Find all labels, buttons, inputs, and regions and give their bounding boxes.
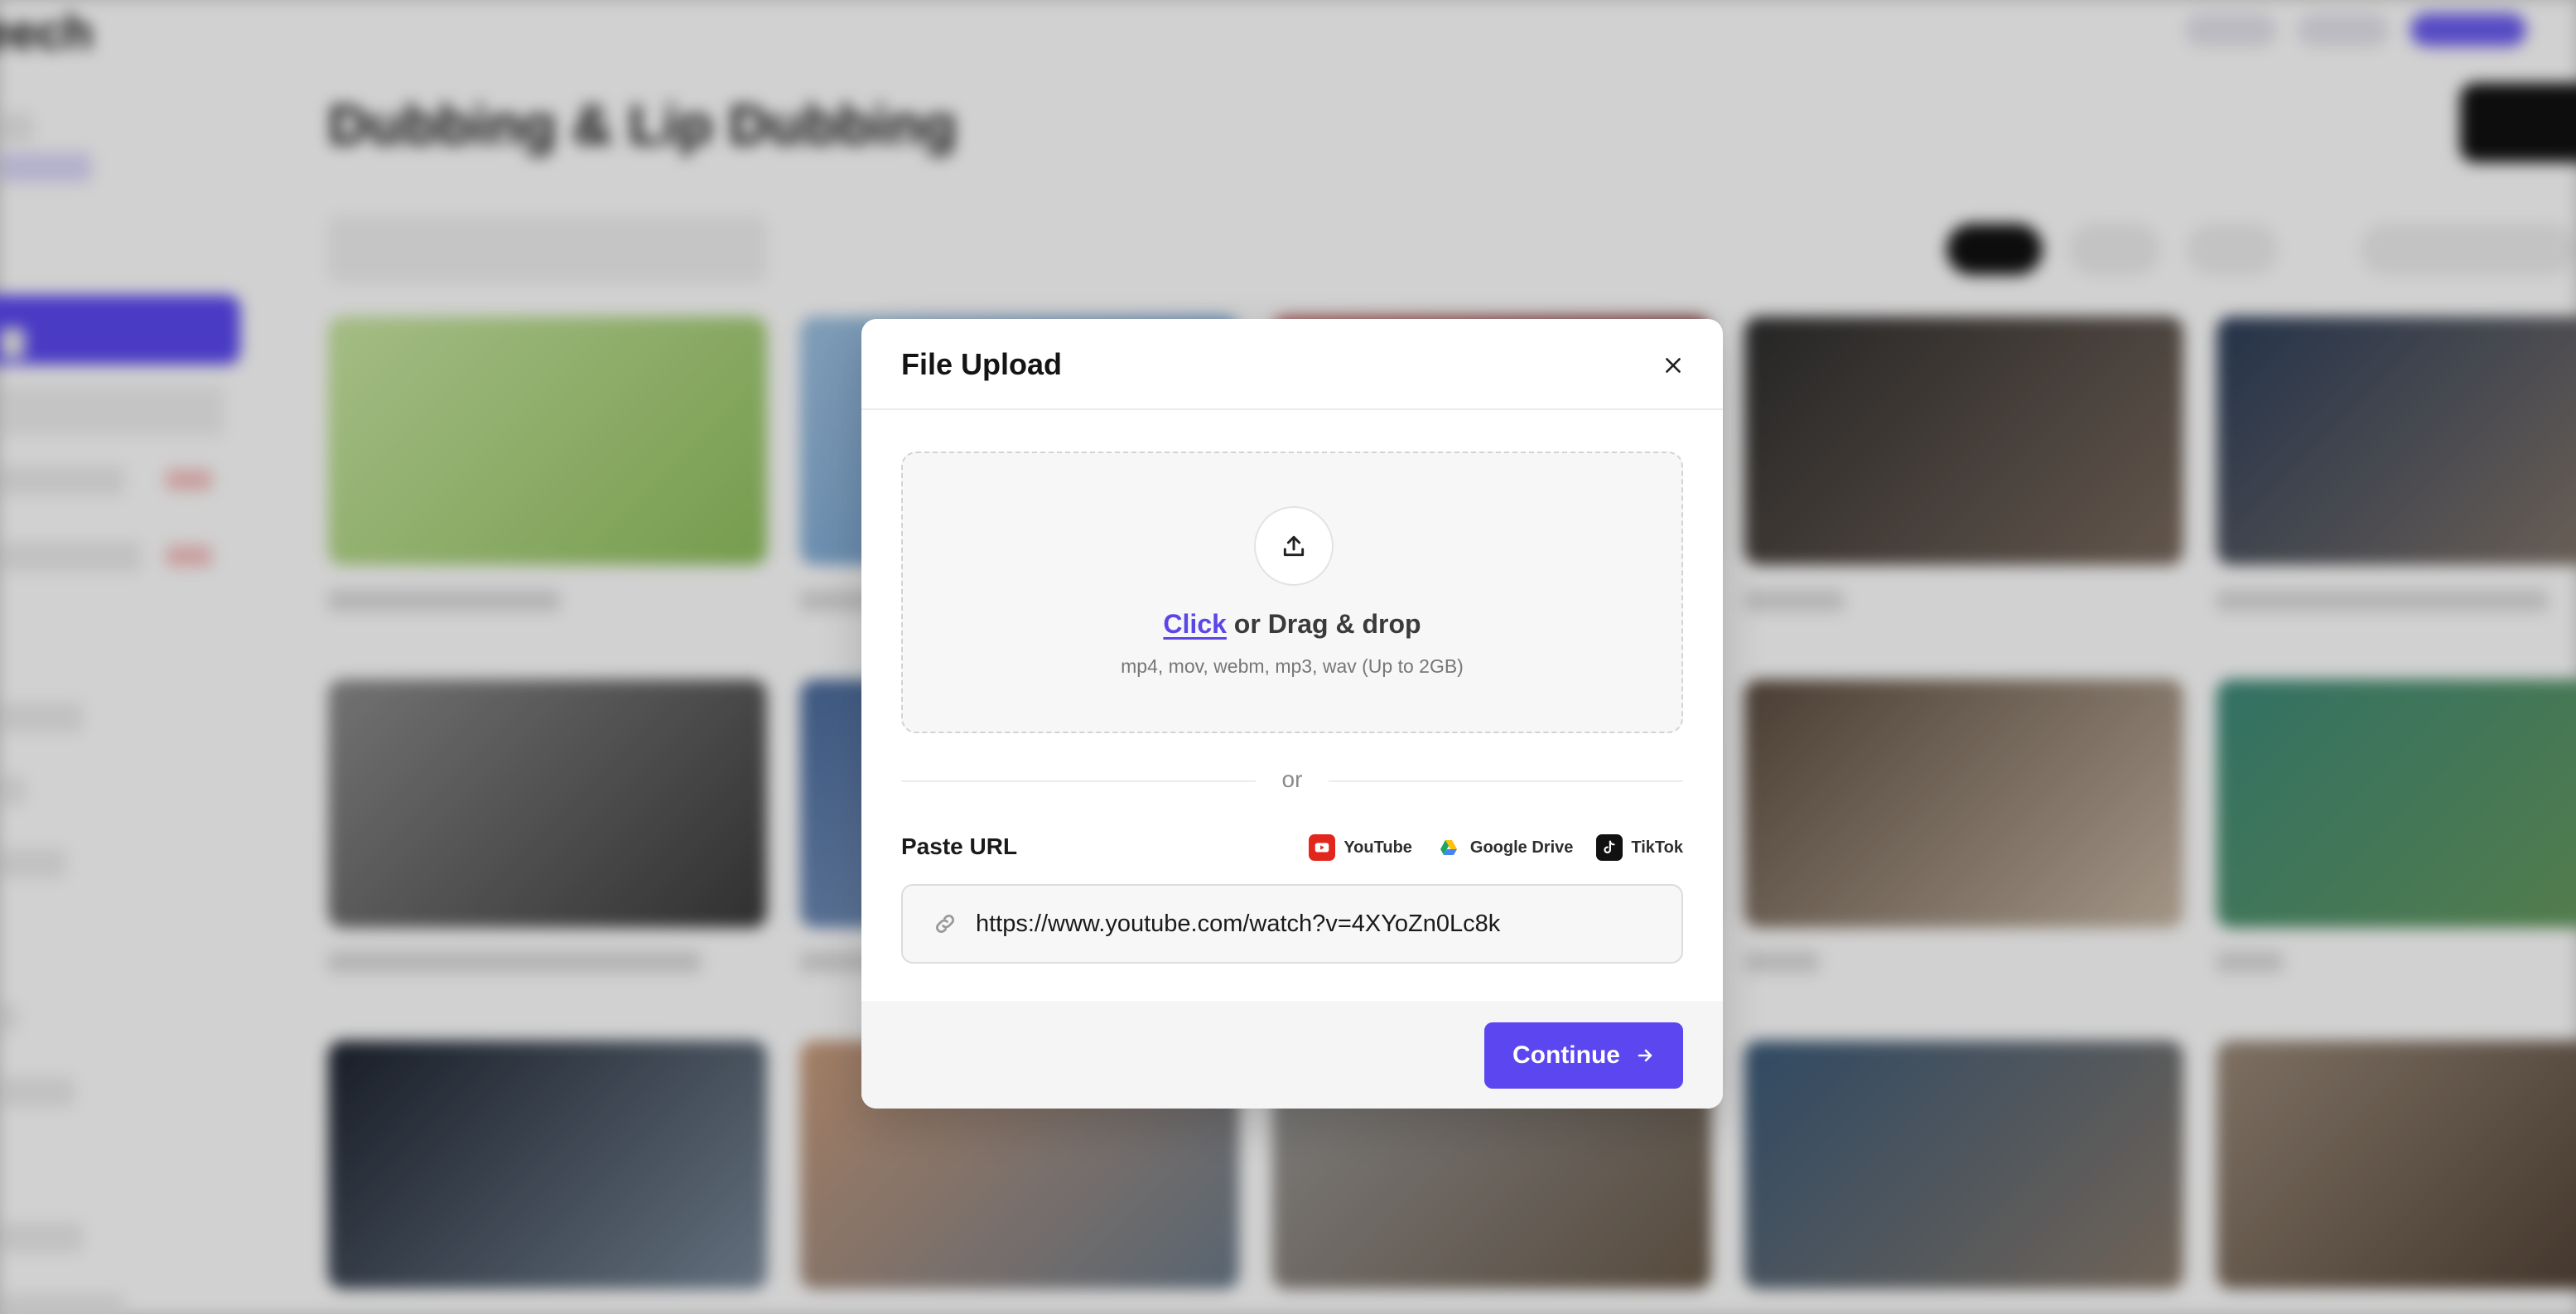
dialog-title: File Upload xyxy=(901,347,1063,381)
source-youtube[interactable]: YouTube xyxy=(1309,834,1412,861)
divider-line-right xyxy=(1329,780,1683,782)
upload-icon xyxy=(1283,535,1305,557)
url-source-list: YouTube Google Drive TikTok xyxy=(1309,834,1683,861)
source-tiktok[interactable]: TikTok xyxy=(1596,834,1683,861)
arrow-right-icon xyxy=(1638,1049,1652,1062)
url-input[interactable] xyxy=(976,910,1655,938)
source-label: TikTok xyxy=(1631,838,1683,857)
google-drive-icon xyxy=(1435,834,1462,861)
continue-label: Continue xyxy=(1512,1041,1620,1069)
dropzone-instructions: Click or Drag & drop xyxy=(903,609,1681,640)
close-icon xyxy=(1666,358,1681,373)
paste-url-label: Paste URL xyxy=(901,833,1018,859)
source-google-drive[interactable]: Google Drive xyxy=(1435,834,1573,861)
close-button[interactable] xyxy=(1657,349,1690,382)
link-icon xyxy=(936,915,954,933)
url-field[interactable] xyxy=(901,884,1683,964)
dialog-header: File Upload xyxy=(861,319,1723,410)
click-to-browse-link[interactable]: Click xyxy=(1163,609,1226,639)
file-upload-dialog: File Upload Click or Drag & drop mp4, mo… xyxy=(861,319,1723,1109)
continue-button[interactable]: Continue xyxy=(1484,1022,1683,1089)
youtube-icon xyxy=(1309,834,1336,861)
drag-drop-text: or Drag & drop xyxy=(1226,609,1421,639)
tiktok-icon xyxy=(1596,834,1623,861)
supported-formats-text: mp4, mov, webm, mp3, wav (Up to 2GB) xyxy=(1121,655,1464,677)
dialog-footer: Continue xyxy=(861,1001,1723,1109)
divider-or: or xyxy=(1281,766,1303,792)
file-dropzone[interactable]: Click or Drag & drop mp4, mov, webm, mp3… xyxy=(901,452,1683,733)
source-label: YouTube xyxy=(1343,838,1412,857)
upload-button[interactable] xyxy=(1254,506,1334,586)
source-label: Google Drive xyxy=(1469,838,1574,857)
